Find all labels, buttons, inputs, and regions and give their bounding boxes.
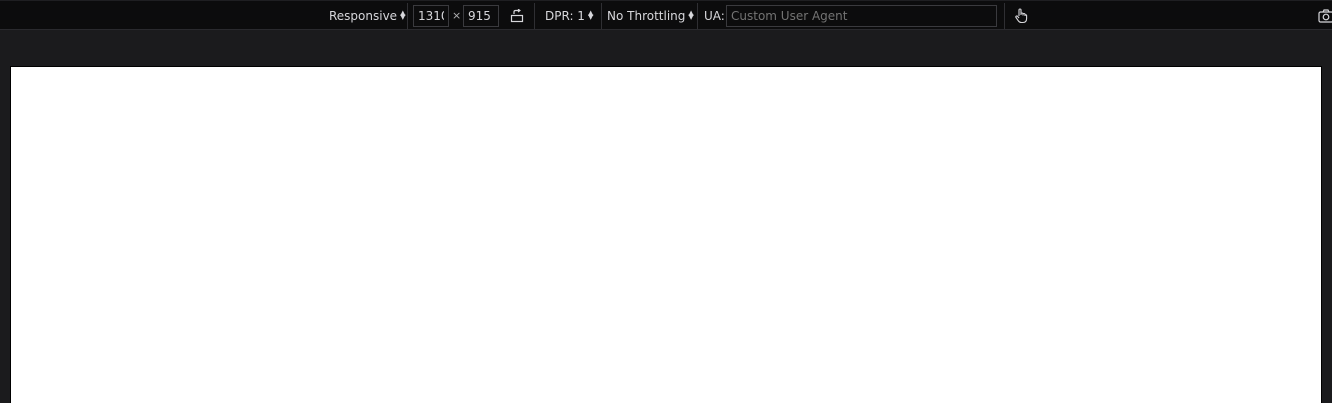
viewport-width-input[interactable] bbox=[413, 5, 449, 27]
dpr-select[interactable]: DPR: 1 ▲ ▼ bbox=[545, 1, 593, 30]
device-select-label: Responsive bbox=[329, 8, 398, 23]
device-select-arrows-icon: ▲ ▼ bbox=[400, 8, 406, 21]
throttling-select-arrows-icon: ▲ ▼ bbox=[688, 8, 694, 21]
user-agent-input[interactable] bbox=[726, 5, 997, 27]
rotate-button[interactable] bbox=[507, 6, 527, 26]
responsive-viewport[interactable] bbox=[10, 66, 1322, 403]
dimension-separator: × bbox=[452, 9, 462, 22]
screenshot-button[interactable] bbox=[1316, 6, 1332, 26]
screenshot-icon bbox=[1318, 9, 1332, 23]
throttling-select[interactable]: No Throttling ▲ ▼ bbox=[607, 1, 694, 30]
dpr-select-arrows-icon: ▲ ▼ bbox=[587, 8, 594, 21]
toolbar-divider bbox=[407, 3, 408, 29]
device-select[interactable]: Responsive ▲ ▼ bbox=[329, 1, 405, 30]
toolbar-divider bbox=[601, 3, 602, 29]
dpr-select-label: DPR: 1 bbox=[545, 8, 585, 23]
throttling-select-label: No Throttling bbox=[607, 8, 686, 23]
rotate-icon bbox=[510, 9, 524, 23]
touch-simulation-button[interactable] bbox=[1011, 6, 1031, 26]
toolbar-divider bbox=[1004, 3, 1005, 29]
touch-simulation-icon bbox=[1015, 8, 1028, 24]
responsive-design-toolbar: Responsive ▲▼ × DPR: 1 ▲▼ No Throttling … bbox=[0, 0, 1332, 30]
viewport-height-input[interactable] bbox=[463, 5, 499, 27]
toolbar-divider bbox=[697, 3, 698, 29]
ua-label: UA: bbox=[704, 8, 725, 23]
toolbar-divider bbox=[534, 3, 535, 29]
